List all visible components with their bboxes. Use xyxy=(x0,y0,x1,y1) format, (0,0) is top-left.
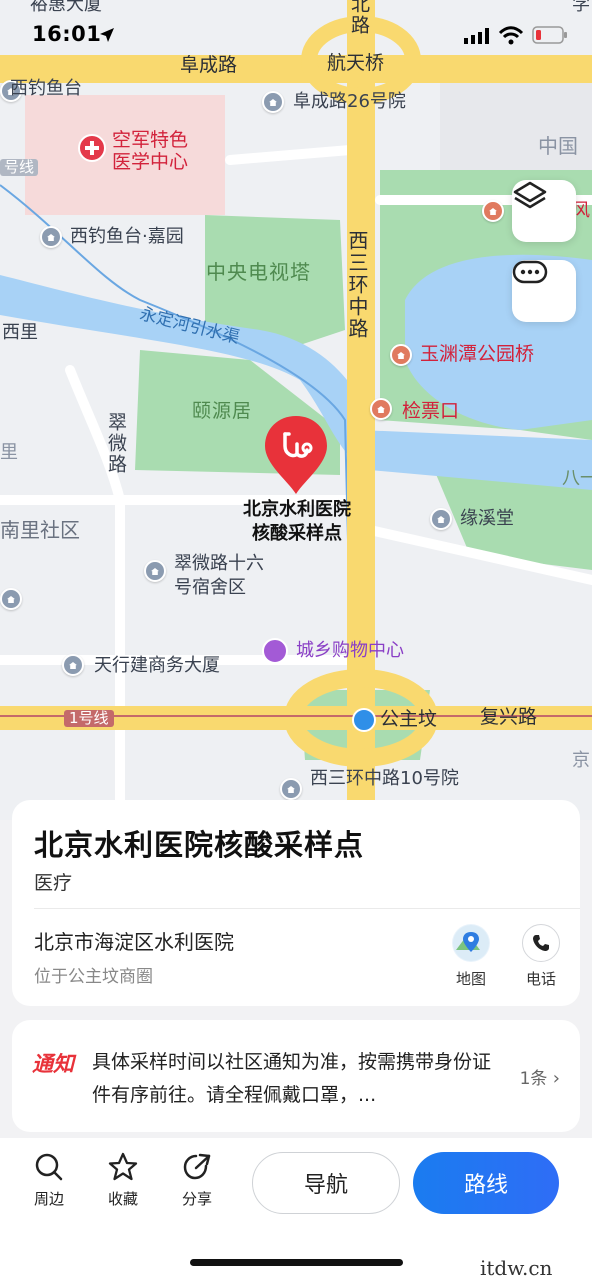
poi-icon[interactable] xyxy=(430,508,452,530)
share-icon xyxy=(183,1153,211,1180)
chevron-right-icon: › xyxy=(552,1068,560,1089)
layers-button[interactable] xyxy=(512,180,576,242)
favorite-button[interactable]: 收藏 xyxy=(98,1152,148,1209)
selected-pin-icon[interactable] xyxy=(263,414,329,496)
poi-icon[interactable] xyxy=(280,778,302,800)
map-label: 中央电视塔 xyxy=(206,260,311,284)
shopping-icon[interactable] xyxy=(262,638,288,664)
home-indicator[interactable] xyxy=(190,1259,403,1266)
map-label: 缘溪堂 xyxy=(460,508,514,529)
phone-label: 电话 xyxy=(525,970,556,988)
app-root: 裕惠大厦 学 16:01 阜成路 北路 航天桥 西钓鱼台 阜成路26号院 空军特… xyxy=(0,0,592,1280)
location-arrow-icon xyxy=(100,28,114,42)
phone-icon xyxy=(533,935,549,951)
scenic-icon[interactable] xyxy=(390,344,412,366)
navigate-button[interactable]: 导航 xyxy=(252,1152,400,1214)
battery-icon xyxy=(532,26,567,44)
scenic-icon[interactable] xyxy=(482,200,504,222)
map-label: 西里 xyxy=(2,322,38,343)
share-button[interactable]: 分享 xyxy=(172,1152,222,1209)
nearby-label: 周边 xyxy=(33,1190,64,1208)
favorite-label: 收藏 xyxy=(107,1190,138,1208)
status-time: 16:01 xyxy=(32,22,102,46)
map-label: 八一 xyxy=(562,468,592,489)
nearby-button[interactable]: 周边 xyxy=(24,1152,74,1209)
scenic-icon[interactable] xyxy=(370,398,392,420)
notice-count-label: 1条 xyxy=(519,1069,548,1089)
place-category: 医疗 xyxy=(34,872,73,894)
more-dots-icon xyxy=(512,260,548,284)
metro-line-label: 号线 xyxy=(0,159,39,176)
road-label: 北路 xyxy=(348,0,370,36)
map-label: 城乡购物中心 xyxy=(296,640,404,661)
road-label: 翠微路 xyxy=(105,412,127,475)
map-view-button[interactable] xyxy=(452,924,490,962)
map-label: 京 xyxy=(572,750,590,771)
map-label: 天行建商务大厦 xyxy=(94,655,220,676)
status-bar: 16:01 xyxy=(0,0,592,70)
place-detail-card[interactable]: 北京水利医院核酸采样点 医疗 北京市海淀区水利医院 位于公主坟商圈 地图 电话 xyxy=(12,800,580,1006)
hospital-icon[interactable] xyxy=(78,134,106,162)
share-label: 分享 xyxy=(181,1190,212,1208)
map-label: 空军特色医学中心 xyxy=(112,129,189,173)
subway-station-icon[interactable] xyxy=(352,708,376,732)
notice-card[interactable]: 通知 具体采样时间以社区通知为准，按需携带身份证件有序前往。请全程佩戴口罩，..… xyxy=(12,1020,580,1132)
map-label: 南里社区 xyxy=(0,518,80,542)
pin-label: 北京水利医院核酸采样点 xyxy=(243,499,351,544)
poi-icon[interactable] xyxy=(40,226,62,248)
map-label: 里 xyxy=(0,442,18,463)
notice-text: 具体采样时间以社区通知为准，按需携带身份证件有序前往。请全程佩戴口罩，... xyxy=(92,1051,492,1106)
notice-count[interactable]: 1条 › xyxy=(520,1064,560,1089)
phone-button[interactable] xyxy=(522,924,560,962)
poi-icon[interactable] xyxy=(262,91,284,113)
road-label: 阜成路 xyxy=(180,54,238,76)
map-canvas xyxy=(0,0,592,820)
metro-line-label: 1号线 xyxy=(64,710,114,727)
road-label: 西三环中路 xyxy=(345,230,369,340)
map-label: 阜成路26号院 xyxy=(293,91,406,112)
poi-icon[interactable] xyxy=(0,588,22,610)
poi-icon[interactable] xyxy=(144,560,166,582)
map-label: 中国 xyxy=(538,134,578,158)
poi-icon[interactable] xyxy=(62,654,84,676)
watermark: itdw.cn xyxy=(480,1256,553,1280)
search-icon xyxy=(35,1153,63,1181)
road-label: 复兴路 xyxy=(480,706,538,728)
wifi-icon xyxy=(498,26,524,45)
route-button[interactable]: 路线 xyxy=(413,1152,559,1214)
map-label: 西钓鱼台 xyxy=(10,78,82,99)
star-icon xyxy=(108,1152,138,1181)
map-label: 玉渊潭公园桥 xyxy=(420,343,535,365)
road-label: 公主坟 xyxy=(380,708,438,730)
place-area: 位于公主坟商圈 xyxy=(34,967,153,987)
divider xyxy=(34,908,580,909)
map-view[interactable]: 裕惠大厦 学 16:01 阜成路 北路 航天桥 西钓鱼台 阜成路26号院 空军特… xyxy=(0,0,592,820)
place-address[interactable]: 北京市海淀区水利医院 xyxy=(34,926,234,955)
map-label: 检票口 xyxy=(402,400,460,422)
layers-icon xyxy=(513,181,547,209)
map-label: 颐源居 xyxy=(192,400,253,422)
road-label: 航天桥 xyxy=(327,52,385,74)
notice-tag: 通知 xyxy=(32,1052,74,1076)
map-label: 翠微路十六号宿舍区 xyxy=(174,553,264,598)
signal-icon xyxy=(464,28,489,44)
map-view-label: 地图 xyxy=(455,970,486,988)
map-label: 西三环中路10号院 xyxy=(310,768,459,789)
more-button[interactable] xyxy=(512,260,576,322)
map-pin-icon xyxy=(453,925,489,961)
place-title: 北京水利医院核酸采样点 xyxy=(34,828,365,862)
map-label: 西钓鱼台·嘉园 xyxy=(70,226,184,247)
